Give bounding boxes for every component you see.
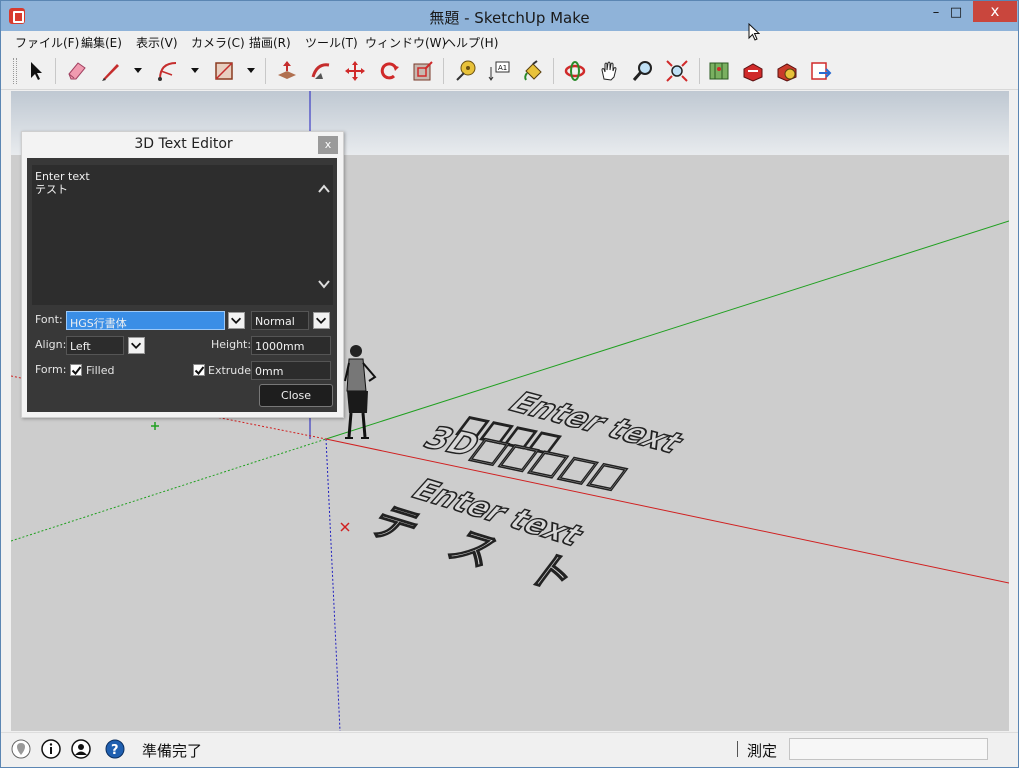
- font-label: Font:: [35, 313, 63, 326]
- text-input-area[interactable]: Enter text テスト: [32, 165, 315, 305]
- svg-text:A1: A1: [498, 64, 507, 72]
- zoom-extents-icon[interactable]: [663, 57, 691, 85]
- height-input[interactable]: 1000mm: [251, 336, 331, 355]
- follow-me-icon[interactable]: [307, 57, 335, 85]
- paint-bucket-icon[interactable]: [519, 57, 547, 85]
- menu-draw[interactable]: 描画(R): [249, 34, 291, 51]
- extrude-input[interactable]: 0mm: [251, 361, 331, 380]
- maximize-button[interactable]: □: [942, 3, 970, 23]
- dialog-body: Enter text テスト Font: HGS行書体 Normal Align…: [27, 158, 337, 412]
- toolbar-separator: [553, 58, 554, 84]
- form-label: Form:: [35, 363, 67, 376]
- menu-edit[interactable]: 編集(E): [81, 34, 122, 51]
- text-icon[interactable]: A1: [485, 57, 513, 85]
- toolbar-grip[interactable]: [13, 58, 17, 84]
- title-bar: 無題 - SketchUp Make – □ x: [1, 1, 1018, 31]
- eraser-icon[interactable]: [63, 57, 91, 85]
- move-icon[interactable]: [341, 57, 369, 85]
- font-dropdown-chevron-down-icon[interactable]: [228, 312, 245, 329]
- dialog-close-x-button[interactable]: x: [318, 136, 338, 154]
- filled-checkbox[interactable]: [70, 364, 82, 376]
- menu-view[interactable]: 表示(V): [136, 34, 178, 51]
- tape-measure-icon[interactable]: [451, 57, 479, 85]
- toolbar-separator: [55, 58, 56, 84]
- main-toolbar: A1: [1, 52, 1018, 90]
- align-label: Align:: [35, 338, 67, 351]
- offset-icon[interactable]: [409, 57, 437, 85]
- scroll-down-chevron-icon[interactable]: [318, 278, 330, 290]
- toolbar-separator: [699, 58, 700, 84]
- measurements-label: 測定: [747, 742, 778, 760]
- extension-warehouse-icon[interactable]: [773, 57, 801, 85]
- menu-window[interactable]: ウィンドウ(W): [365, 34, 446, 51]
- svg-text:?: ?: [111, 743, 119, 758]
- toolbar-separator: [265, 58, 266, 84]
- add-location-icon[interactable]: [705, 57, 733, 85]
- pan-icon[interactable]: [595, 57, 623, 85]
- user-account-icon[interactable]: [71, 739, 91, 759]
- help-question-icon[interactable]: ?: [105, 739, 125, 759]
- arc-dropdown-chevron-down-icon[interactable]: [190, 65, 200, 75]
- window-title: 無題 - SketchUp Make: [429, 9, 590, 27]
- status-text: 準備完了: [142, 742, 203, 760]
- filled-label: Filled: [86, 364, 115, 377]
- menu-camera[interactable]: カメラ(C): [191, 34, 245, 51]
- measurements-input[interactable]: [789, 738, 988, 760]
- dialog-title: 3D Text Editor: [134, 136, 233, 152]
- line-dropdown-chevron-down-icon[interactable]: [133, 65, 143, 75]
- rectangle-dropdown-chevron-down-icon[interactable]: [246, 65, 256, 75]
- menu-tools[interactable]: ツール(T): [305, 34, 358, 51]
- style-select[interactable]: Normal: [251, 311, 309, 330]
- extrude-checkbox[interactable]: [193, 364, 205, 376]
- menu-file[interactable]: ファイル(F): [15, 34, 79, 51]
- menu-bar: ファイル(F) 編集(E) 表示(V) カメラ(C) 描画(R) ツール(T) …: [1, 31, 1018, 52]
- sketchup-window: 無題 - SketchUp Make – □ x ファイル(F) 編集(E) 表…: [0, 0, 1019, 768]
- rotate-icon[interactable]: [375, 57, 403, 85]
- scroll-up-chevron-icon[interactable]: [318, 183, 330, 195]
- select-icon[interactable]: [22, 57, 50, 85]
- zoom-icon[interactable]: [629, 57, 657, 85]
- 3d-text-editor-dialog: 3D Text Editor x Enter text テスト Font: HG…: [21, 131, 344, 418]
- status-bar: ? 準備完了 測定: [1, 732, 1018, 767]
- push-pull-icon[interactable]: [273, 57, 301, 85]
- text-scrollbar[interactable]: [315, 165, 333, 305]
- mouse-cursor-icon: [748, 23, 760, 41]
- close-window-button[interactable]: x: [973, 1, 1017, 22]
- status-separator: [737, 741, 738, 757]
- toolbar-separator: [443, 58, 444, 84]
- align-select[interactable]: Left: [66, 336, 124, 355]
- orbit-icon[interactable]: [561, 57, 589, 85]
- extrude-label: Extrude:: [208, 364, 255, 377]
- rectangle-icon[interactable]: [210, 57, 238, 85]
- height-label: Height:: [211, 338, 252, 351]
- close-button[interactable]: Close: [259, 384, 333, 407]
- credits-info-icon[interactable]: [41, 739, 61, 759]
- align-dropdown-chevron-down-icon[interactable]: [128, 337, 145, 354]
- arc-icon[interactable]: [154, 57, 182, 85]
- 3d-warehouse-icon[interactable]: [739, 57, 767, 85]
- font-select[interactable]: HGS行書体: [66, 311, 225, 330]
- geo-location-icon[interactable]: [11, 739, 31, 759]
- line-icon[interactable]: [97, 57, 125, 85]
- style-dropdown-chevron-down-icon[interactable]: [313, 312, 330, 329]
- send-to-layout-icon[interactable]: [807, 57, 835, 85]
- menu-help[interactable]: ヘルプ(H): [444, 34, 498, 51]
